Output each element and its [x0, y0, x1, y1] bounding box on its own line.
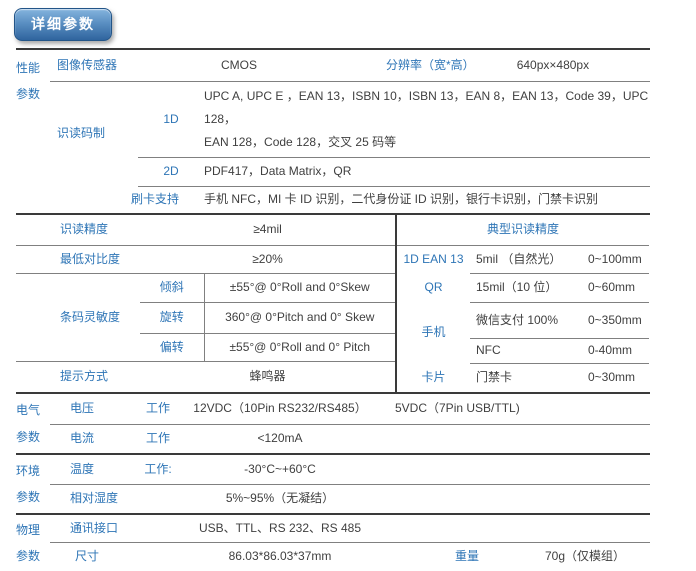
- weight-value: 70g（仅模组）: [545, 549, 650, 564]
- voltage-value-1: 12VDC（10Pin RS232/RS485）: [190, 401, 370, 416]
- dimension-value: 86.03*86.03*37mm: [190, 549, 370, 564]
- weight-label: 重量: [455, 549, 545, 564]
- typical-qr-range: 0~60mm: [580, 273, 649, 302]
- reading-accuracy-label: 识读精度: [16, 215, 140, 245]
- section-label-electrical: 电气参数: [16, 394, 50, 454]
- interface-label: 通讯接口: [50, 514, 190, 542]
- symbology-1d-label: 1D: [138, 81, 204, 157]
- resolution-label: 分辨率（宽*高）: [386, 58, 475, 73]
- card-support-label: 刷卡支持: [50, 186, 204, 214]
- temperature-mode: 工作:: [126, 454, 190, 484]
- image-sensor-row: CMOS 分辨率（宽*高） 640px×480px: [204, 49, 650, 81]
- symbology-1d-line1: UPC A, UPC E ，EAN 13，ISBN 10，ISBN 13，EAN…: [204, 85, 650, 131]
- typical-wechat-spec: 微信支付 100%: [470, 302, 580, 338]
- barcode-sensitivity-label: 条码灵敏度: [16, 273, 140, 361]
- tilt-label: 倾斜: [140, 273, 204, 302]
- min-contrast-value: ≥20%: [140, 245, 395, 273]
- rotation-label: 旋转: [140, 302, 204, 333]
- image-sensor-value: CMOS: [204, 58, 274, 73]
- reading-section: 识读精度 ≥4mil 最低对比度 ≥20% 条码灵敏度 倾斜 ±55°@ 0°R…: [16, 215, 650, 394]
- typical-accuracy-table: 典型识读精度 1D EAN 13 5mil （自然光） 0~100mm QR 1…: [395, 215, 649, 392]
- typical-nfc-spec: NFC: [470, 338, 580, 363]
- humidity-value: 5%~95%（无凝结）: [190, 491, 370, 506]
- resolution-value: 640px×480px: [517, 58, 589, 73]
- symbology-2d-value: PDF417，Data Matrix，QR: [204, 157, 650, 186]
- spec-sheet-page: 详细参数 性能参数 图像传感器 CMOS 分辨率（宽*高） 640px×480p…: [0, 0, 696, 571]
- skew-value: ±55°@ 0°Roll and 0° Pitch: [204, 333, 395, 361]
- reading-accuracy-value: ≥4mil: [140, 215, 395, 245]
- current-mode: 工作: [126, 424, 190, 454]
- symbology-2d-label: 2D: [138, 157, 204, 186]
- card-support-value: 手机 NFC，MI 卡 ID 识别，二代身份证 ID 识别，银行卡识别，门禁卡识…: [204, 186, 650, 214]
- typical-card-label: 卡片: [396, 363, 470, 392]
- tilt-value: ±55°@ 0°Roll and 0°Skew: [204, 273, 395, 302]
- dimension-label: 尺寸: [50, 542, 190, 571]
- symbology-1d-value: UPC A, UPC E ，EAN 13，ISBN 10，ISBN 13，EAN…: [204, 81, 650, 157]
- dimension-row: 86.03*86.03*37mm 重量 70g（仅模组）: [190, 542, 650, 571]
- current-row: <120mA: [190, 424, 650, 454]
- typical-qr-spec: 15mil（10 位）: [470, 273, 580, 302]
- voltage-label: 电压: [50, 394, 126, 424]
- reading-spec-table: 识读精度 ≥4mil 最低对比度 ≥20% 条码灵敏度 倾斜 ±55°@ 0°R…: [16, 215, 395, 392]
- typical-phone-label: 手机: [396, 302, 470, 363]
- section-label-physical: 物理参数: [16, 514, 50, 571]
- typical-1d-spec: 5mil （自然光）: [470, 245, 580, 273]
- current-value: <120mA: [190, 431, 370, 446]
- image-sensor-label: 图像传感器: [50, 49, 204, 81]
- humidity-label: 相对湿度: [50, 484, 190, 514]
- typical-wechat-range: 0~350mm: [580, 302, 649, 338]
- bottom-section: 电气参数 电压 工作 12VDC（10Pin RS232/RS485） 5VDC…: [16, 394, 650, 571]
- detail-params-badge-label: 详细参数: [31, 16, 95, 32]
- section-label-environment: 环境参数: [16, 454, 50, 514]
- prompt-mode-label: 提示方式: [16, 361, 140, 392]
- spec-table: 性能参数 图像传感器 CMOS 分辨率（宽*高） 640px×480px 识读码…: [16, 48, 650, 571]
- typical-1d-range: 0~100mm: [580, 245, 649, 273]
- humidity-row: 5%~95%（无凝结）: [190, 484, 650, 514]
- prompt-mode-value: 蜂鸣器: [140, 361, 395, 392]
- voltage-mode: 工作: [126, 394, 190, 424]
- temperature-row: -30°C~+60°C: [190, 454, 650, 484]
- typical-qr-label: QR: [396, 273, 470, 302]
- voltage-value-2: 5VDC（7Pin USB/TTL): [370, 401, 650, 416]
- current-label: 电流: [50, 424, 126, 454]
- temperature-value: -30°C~+60°C: [190, 462, 370, 477]
- detail-params-badge[interactable]: 详细参数: [14, 8, 112, 41]
- typical-accuracy-header: 典型识读精度: [396, 215, 649, 245]
- interface-row: USB、TTL、RS 232、RS 485: [190, 514, 650, 542]
- typical-nfc-range: 0-40mm: [580, 338, 649, 363]
- min-contrast-label: 最低对比度: [16, 245, 140, 273]
- typical-card-range: 0~30mm: [580, 363, 649, 392]
- typical-card-spec: 门禁卡: [470, 363, 580, 392]
- symbology-label: 识读码制: [50, 81, 138, 186]
- voltage-row: 12VDC（10Pin RS232/RS485） 5VDC（7Pin USB/T…: [190, 394, 650, 424]
- section-label-performance: 性能参数: [16, 49, 50, 214]
- rotation-value: 360°@ 0°Pitch and 0° Skew: [204, 302, 395, 333]
- temperature-label: 温度: [50, 454, 126, 484]
- typical-1d-label: 1D EAN 13: [396, 245, 470, 273]
- interface-value: USB、TTL、RS 232、RS 485: [190, 521, 370, 536]
- skew-label: 偏转: [140, 333, 204, 361]
- performance-section: 性能参数 图像传感器 CMOS 分辨率（宽*高） 640px×480px 识读码…: [16, 48, 650, 215]
- symbology-1d-line2: EAN 128，Code 128，交叉 25 码等: [204, 131, 650, 154]
